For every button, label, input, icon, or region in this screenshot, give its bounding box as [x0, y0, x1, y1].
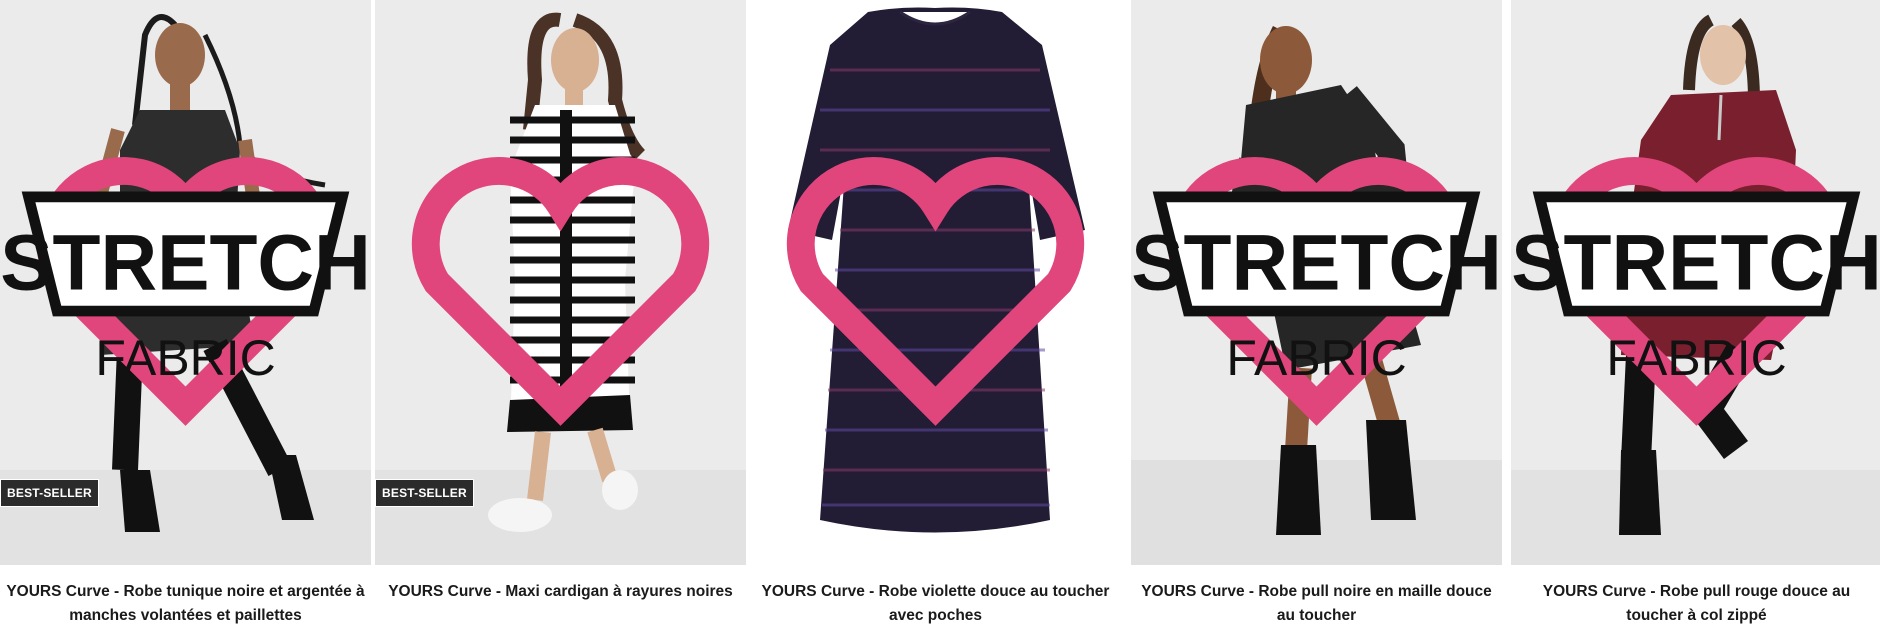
stretch-label: STRETCH	[0, 219, 371, 307]
product-title[interactable]: YOURS Curve - Robe tunique noire et arge…	[6, 580, 365, 628]
product-image[interactable]	[750, 0, 1121, 565]
product-title[interactable]: YOURS Curve - Maxi cardigan à rayures no…	[381, 580, 740, 604]
stretch-fabric-logo: STRETCH FABRIC	[1131, 191, 1502, 386]
stretch-fabric-logo: STRETCH FABRIC	[0, 191, 371, 386]
product-card[interactable]: STRETCH FABRIC YOURS Curve - Robe pull n…	[1131, 0, 1502, 630]
stretch-fabric-logo: STRETCH FABRIC	[1511, 191, 1880, 386]
product-image[interactable]: BEST-SELLER	[375, 0, 746, 565]
product-grid: BEST-SELLER STRETCH FABRIC YOURS Curve -…	[0, 0, 1880, 630]
stretch-label: STRETCH	[1131, 219, 1502, 307]
product-card[interactable]: STRETCH FABRIC YOURS Curve - Robe pull r…	[1511, 0, 1880, 630]
product-card[interactable]: BEST-SELLER YOURS Curve - Maxi cardigan …	[375, 0, 746, 630]
heart-outline-icon[interactable]	[750, 0, 1121, 565]
product-card[interactable]: YOURS Curve - Robe violette douce au tou…	[750, 0, 1121, 630]
stretch-label: STRETCH	[1511, 219, 1880, 307]
product-title[interactable]: YOURS Curve - Robe pull rouge douce au t…	[1517, 580, 1876, 628]
stretch-sub: FABRIC	[1606, 330, 1786, 386]
stretch-sub: FABRIC	[95, 330, 275, 386]
stretch-sub: FABRIC	[1226, 330, 1406, 386]
product-title[interactable]: YOURS Curve - Robe pull noire en maille …	[1137, 580, 1496, 628]
product-card[interactable]: BEST-SELLER STRETCH FABRIC YOURS Curve -…	[0, 0, 371, 630]
best-seller-badge: BEST-SELLER	[375, 479, 474, 507]
product-image[interactable]: STRETCH FABRIC	[1131, 0, 1502, 565]
product-title[interactable]: YOURS Curve - Robe violette douce au tou…	[756, 580, 1115, 628]
product-image[interactable]: STRETCH FABRIC	[1511, 0, 1880, 565]
product-image[interactable]: BEST-SELLER STRETCH FABRIC	[0, 0, 371, 565]
